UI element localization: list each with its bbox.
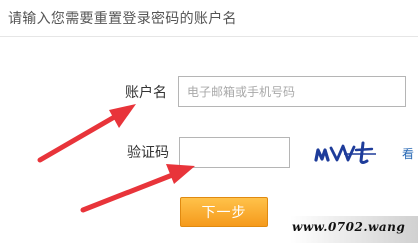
account-label: 账户名	[125, 85, 167, 101]
refresh-captcha-link[interactable]: 看	[402, 145, 414, 162]
watermark-text: www.0702.wang	[292, 220, 406, 234]
captcha-image[interactable]	[314, 138, 378, 166]
arrow-to-captcha-field	[80, 164, 195, 213]
page-title: 请输入您需要重置登录密码的账户名	[8, 11, 237, 27]
header-divider	[0, 36, 418, 37]
arrow-to-account-field	[37, 104, 136, 163]
captcha-input[interactable]	[179, 137, 290, 168]
next-step-button[interactable]: 下一步	[180, 197, 268, 227]
captcha-label: 验证码	[127, 145, 169, 161]
account-input[interactable]	[178, 76, 406, 107]
